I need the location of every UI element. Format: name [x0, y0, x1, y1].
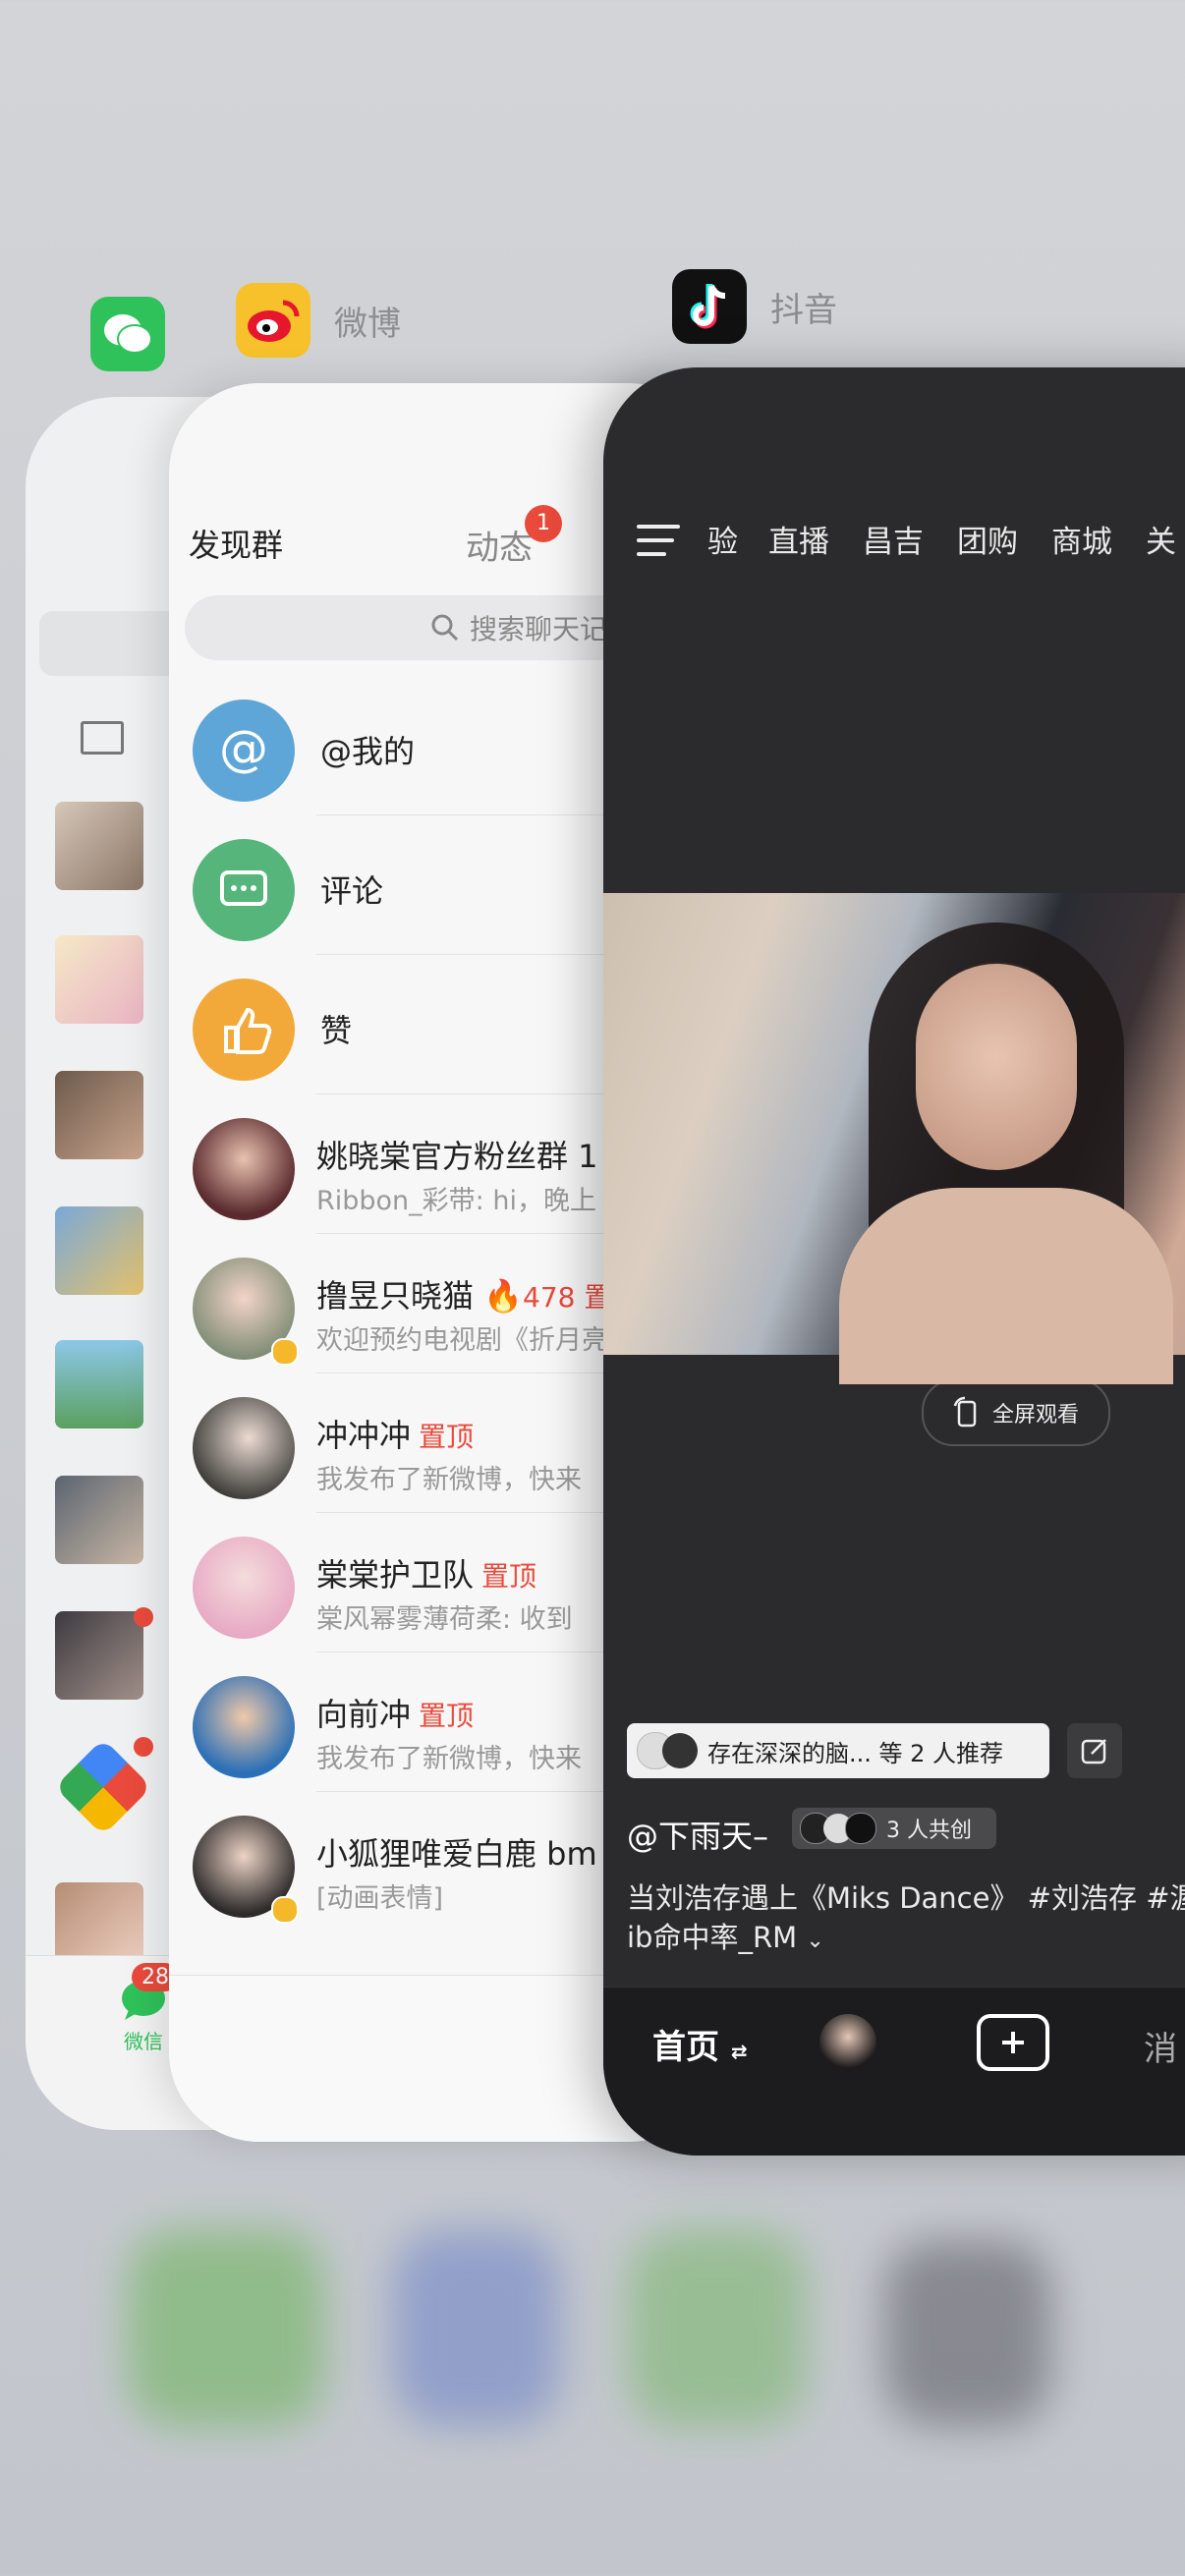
- video-subject-face: [916, 964, 1077, 1170]
- chat-name: 姚晓棠官方粉丝群 1: [316, 1138, 598, 1175]
- fire-icon: 🔥: [483, 1277, 524, 1315]
- weibo-row-label: 赞: [320, 1012, 353, 1049]
- fan-count: 478 置: [523, 1281, 612, 1314]
- dock-blur-green-2: [629, 2230, 806, 2427]
- wechat-unread-dot: [134, 1607, 153, 1627]
- dock-blur-blue: [393, 2230, 560, 2427]
- chat-name-line: 冲冲冲 置顶: [316, 1411, 474, 1456]
- douyin-app-icon: [672, 269, 747, 344]
- menu-icon[interactable]: [637, 521, 680, 560]
- dock-blur-dark: [884, 2240, 1051, 2427]
- create-button[interactable]: [977, 2014, 1049, 2071]
- chat-name-line: 撸昱只晓猫 🔥478 置: [316, 1271, 611, 1316]
- weibo-app-name: 微博: [334, 304, 401, 344]
- chat-name: 向前冲: [316, 1696, 412, 1733]
- video-caption[interactable]: 当刘浩存遇上《Miks Dance》 #刘浩存 #渥 ib命中率_RM ⌄: [627, 1878, 1185, 1961]
- caption-line-2: ib命中率_RM ⌄: [627, 1918, 1185, 1961]
- chat-name: 撸昱只晓猫: [316, 1277, 475, 1315]
- verified-badge-icon: [271, 1338, 299, 1366]
- avatar: [193, 1676, 295, 1778]
- wechat-chat-thumb: [55, 1340, 143, 1428]
- tab-local[interactable]: 昌吉: [863, 517, 924, 561]
- wechat-screen-icon: [81, 721, 124, 755]
- tab-group-buy[interactable]: 团购: [957, 517, 1018, 561]
- weibo-discover-groups[interactable]: 发现群: [189, 521, 283, 566]
- chat-name: 冲冲冲: [316, 1417, 412, 1454]
- dock-blur-green-1: [128, 2230, 324, 2427]
- wechat-app-icon: [90, 297, 165, 371]
- search-icon: [431, 614, 459, 642]
- weibo-row-label: @我的: [320, 733, 416, 770]
- chevron-down-icon: ⌄: [806, 1929, 824, 1953]
- caption-line: ib命中率_RM: [627, 1921, 798, 1954]
- douyin-app-header[interactable]: 抖音: [672, 269, 837, 344]
- recommend-chip[interactable]: 存在深深的脑... 等 2 人推荐: [627, 1723, 1049, 1778]
- douyin-app-name: 抖音: [770, 290, 837, 330]
- wechat-unread-dot: [134, 1737, 153, 1757]
- verified-badge-icon: [271, 1896, 299, 1924]
- thumbs-up-icon: [193, 979, 295, 1081]
- chat-preview: 棠风幂雾薄荷柔: 收到: [316, 1604, 573, 1635]
- weibo-app-header[interactable]: 微博: [236, 283, 401, 358]
- weibo-feed-tab[interactable]: 动态: [466, 521, 533, 569]
- douyin-tab-home[interactable]: 首页 ⇄: [652, 2020, 748, 2068]
- edit-button[interactable]: [1067, 1723, 1122, 1778]
- avatar: [662, 1733, 698, 1768]
- wechat-chat-thumb: [55, 1611, 143, 1700]
- wechat-chat-thumb: [55, 1071, 143, 1159]
- cocreate-label: 3 人共创: [886, 1819, 972, 1843]
- pinned-label: 置顶: [419, 1700, 475, 1732]
- chat-name-line: 向前冲 置顶: [316, 1690, 474, 1735]
- weibo-row-label: 评论: [320, 872, 384, 910]
- douyin-friend-avatar[interactable]: [819, 2014, 876, 2071]
- chat-preview: 我发布了新微博，快来: [316, 1465, 582, 1495]
- wechat-app-header[interactable]: [90, 297, 165, 371]
- cocreate-chip[interactable]: 3 人共创: [792, 1808, 996, 1849]
- tab-experience[interactable]: 验: [707, 517, 738, 561]
- tab-live[interactable]: 直播: [768, 517, 829, 561]
- tab-label: 首页: [652, 2028, 719, 2067]
- wechat-chat-thumb: [55, 802, 143, 890]
- avatar: [193, 1397, 295, 1499]
- comment-icon: [193, 839, 295, 941]
- weibo-feed-badge: 1: [525, 505, 562, 542]
- douyin-bottom-bar: [603, 1987, 1185, 2156]
- fullscreen-label: 全屏观看: [991, 1403, 1079, 1428]
- chat-name-line: 棠棠护卫队 置顶: [316, 1550, 536, 1596]
- avatar: [193, 1537, 295, 1639]
- chat-name: 棠棠护卫队: [316, 1556, 475, 1594]
- tab-following[interactable]: 关: [1146, 517, 1176, 561]
- author-name[interactable]: @下雨天–: [627, 1812, 768, 1857]
- swap-icon: ⇄: [730, 2040, 748, 2063]
- weibo-app-icon: [236, 283, 310, 358]
- avatar: [193, 1118, 295, 1220]
- recommend-text: 存在深深的脑... 等 2 人推荐: [707, 1739, 1004, 1767]
- chat-preview: 欢迎预约电视剧《折月亮: [316, 1325, 608, 1356]
- douyin-app-card[interactable]: 验 直播 昌吉 团购 商城 关 全屏观看 存在深深的脑... 等 2 人推荐 @…: [603, 367, 1185, 2156]
- caption-line: 当刘浩存遇上《Miks Dance》 #刘浩存 #渥: [627, 1881, 1185, 1915]
- weibo-search-placeholder: 搜索聊天记: [470, 613, 608, 645]
- avatar: [845, 1813, 876, 1844]
- plus-icon: [1002, 2032, 1024, 2053]
- pinned-label: 置顶: [419, 1421, 475, 1453]
- chat-preview: 我发布了新微博，快来: [316, 1744, 582, 1774]
- fullscreen-button[interactable]: 全屏观看: [922, 1379, 1110, 1446]
- pinned-label: 置顶: [481, 1560, 537, 1593]
- at-icon: @: [193, 700, 295, 802]
- edit-icon: [1081, 1739, 1106, 1764]
- video-subject-body: [839, 1188, 1173, 1384]
- chat-name: 小狐狸唯爱白鹿 bm: [316, 1835, 597, 1873]
- tab-mall[interactable]: 商城: [1051, 517, 1112, 561]
- chat-preview: Ribbon_彩带: hi，晚上: [316, 1186, 596, 1216]
- wechat-chat-thumb: [55, 935, 143, 1024]
- rotate-screen-icon: [953, 1396, 977, 1428]
- chat-preview: [动画表情]: [316, 1883, 444, 1914]
- wechat-chat-thumb: [55, 1206, 143, 1295]
- wechat-chat-thumb: [55, 1476, 143, 1564]
- douyin-tab-messages[interactable]: 消: [1144, 2022, 1177, 2070]
- video-frame[interactable]: [603, 893, 1185, 1384]
